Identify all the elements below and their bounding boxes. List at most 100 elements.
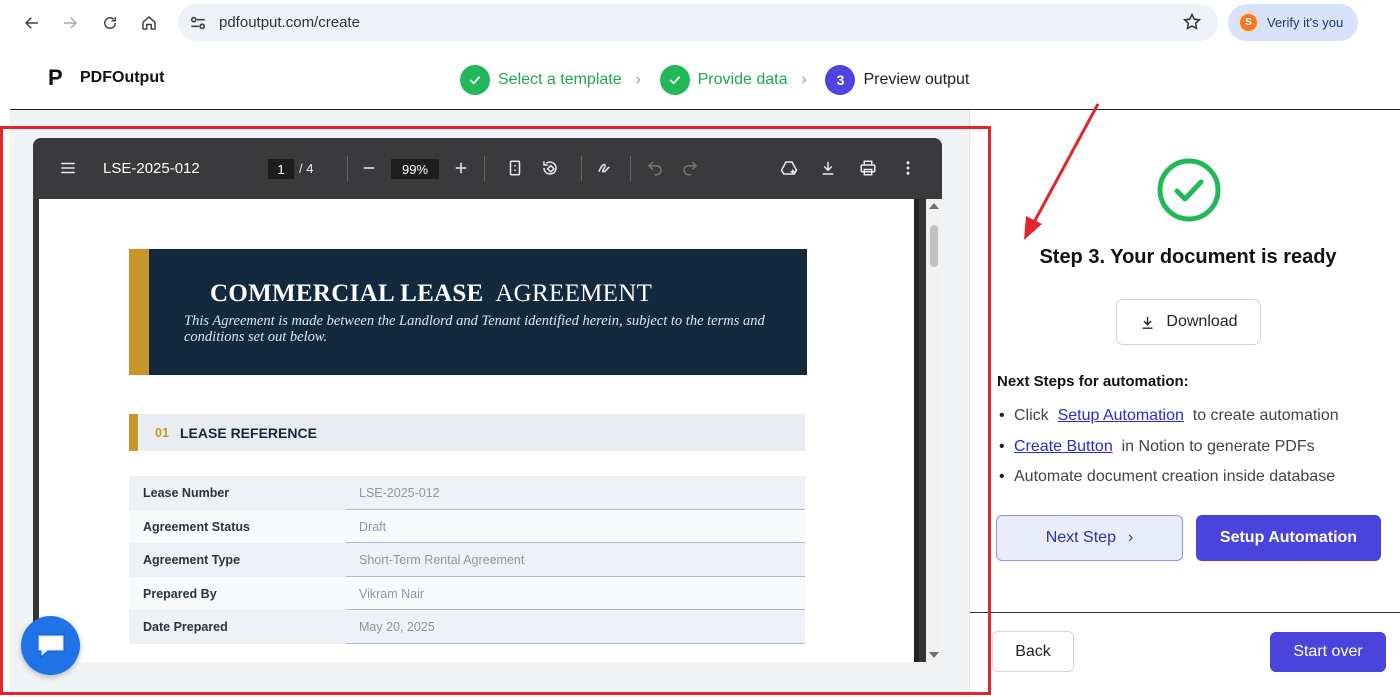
next-step-button[interactable]: Next Step › bbox=[996, 515, 1183, 561]
step-1-check-icon bbox=[460, 65, 490, 95]
next-steps-title: Next Steps for automation: bbox=[997, 373, 1189, 390]
chat-icon bbox=[37, 634, 64, 658]
logo-mark: P bbox=[48, 65, 63, 90]
redo-icon[interactable] bbox=[680, 158, 700, 178]
step-3-number: 3 bbox=[825, 65, 856, 95]
zoom-input[interactable]: 99% bbox=[391, 159, 439, 179]
item-text: Automate document creation inside databa… bbox=[1014, 468, 1336, 485]
page-total: / 4 bbox=[299, 161, 314, 176]
row-value: May 20, 2025 bbox=[346, 610, 805, 644]
document-title: COMMERCIAL LEASE AGREEMENT bbox=[210, 280, 652, 308]
item-text: to create automation bbox=[1192, 407, 1339, 424]
section-number: 01 bbox=[155, 426, 169, 440]
app-header: P PDFOutput Select a template › Provide … bbox=[10, 47, 1400, 110]
row-value: Vikram Nair bbox=[346, 576, 805, 611]
row-label: Lease Number bbox=[129, 476, 346, 510]
table-row: Lease Number LSE-2025-012 bbox=[129, 476, 805, 510]
download-icon[interactable] bbox=[818, 158, 838, 178]
chevron-right-icon: › bbox=[635, 71, 641, 88]
progress-stepper: Select a template › Provide data › 3 Pre… bbox=[460, 64, 969, 96]
print-icon[interactable] bbox=[858, 158, 878, 178]
table-row: Agreement Type Short-Term Rental Agreeme… bbox=[129, 543, 805, 577]
url-text[interactable]: pdfoutput.com/create bbox=[219, 14, 360, 31]
profile-verify-label: Verify it's you bbox=[1267, 15, 1344, 30]
lease-reference-table: Lease Number LSE-2025-012 Agreement Stat… bbox=[129, 476, 805, 644]
row-value: LSE-2025-012 bbox=[346, 476, 805, 510]
scroll-up-icon[interactable] bbox=[929, 203, 939, 209]
row-label: Date Prepared bbox=[129, 610, 346, 644]
pdf-viewer: LSE-2025-012 1 / 4 99% COMMERCIAL LEASE … bbox=[33, 138, 942, 662]
panel-divider bbox=[969, 110, 970, 697]
rotate-icon[interactable] bbox=[540, 158, 560, 178]
zoom-in-icon[interactable] bbox=[451, 158, 471, 178]
list-item: Automate document creation inside databa… bbox=[997, 466, 1339, 497]
section-title: LEASE REFERENCE bbox=[180, 425, 317, 441]
chevron-right-icon: › bbox=[1127, 529, 1134, 546]
save-to-drive-icon[interactable] bbox=[779, 158, 799, 178]
step-3-label: Preview output bbox=[863, 71, 970, 88]
pdf-document-title: LSE-2025-012 bbox=[103, 160, 200, 177]
start-over-button[interactable]: Start over bbox=[1270, 632, 1386, 672]
footer-divider bbox=[970, 612, 1400, 613]
toolbar-divider bbox=[630, 156, 631, 181]
item-text: Click bbox=[1014, 407, 1049, 424]
back-button[interactable]: Back bbox=[992, 631, 1074, 672]
item-text: in Notion to generate PDFs bbox=[1121, 437, 1315, 455]
row-label: Prepared By bbox=[129, 576, 346, 611]
step-1-label[interactable]: Select a template bbox=[498, 71, 622, 89]
pdf-scrollbar[interactable] bbox=[926, 199, 942, 662]
banner-accent bbox=[129, 249, 149, 375]
next-step-label: Next Step bbox=[1045, 529, 1116, 546]
success-check-icon bbox=[1157, 158, 1221, 222]
chat-support-button[interactable] bbox=[21, 616, 80, 675]
forward-arrow-icon[interactable] bbox=[56, 9, 84, 37]
table-row: Date Prepared May 20, 2025 bbox=[129, 610, 805, 644]
list-item: Create Button in Notion to generate PDFs bbox=[997, 436, 1339, 467]
toolbar-divider bbox=[347, 156, 348, 181]
logo[interactable]: P PDFOutput bbox=[48, 66, 164, 90]
list-item: Click Setup Automation to create automat… bbox=[997, 405, 1339, 436]
create-button-link[interactable]: Create Button bbox=[1014, 438, 1113, 455]
row-value: Draft bbox=[346, 509, 805, 544]
bookmark-star-icon[interactable] bbox=[1182, 12, 1202, 32]
document-subtitle: This Agreement is made between the Landl… bbox=[184, 313, 765, 345]
site-settings-icon[interactable] bbox=[188, 13, 208, 33]
table-row: Prepared By Vikram Nair bbox=[129, 576, 805, 611]
row-label: Agreement Type bbox=[129, 543, 346, 577]
draw-icon[interactable] bbox=[595, 158, 615, 178]
more-vertical-icon[interactable] bbox=[898, 158, 918, 178]
next-steps-list: Click Setup Automation to create automat… bbox=[997, 405, 1339, 497]
section-accent bbox=[129, 414, 138, 451]
zoom-out-icon[interactable] bbox=[359, 158, 379, 178]
document-title-bold: COMMERCIAL LEASE bbox=[210, 280, 484, 307]
annotation-arrow bbox=[1024, 103, 1100, 240]
download-button[interactable]: Download bbox=[1116, 299, 1261, 345]
step-2-label[interactable]: Provide data bbox=[698, 71, 788, 89]
back-arrow-icon[interactable] bbox=[18, 9, 46, 37]
undo-icon[interactable] bbox=[645, 158, 665, 178]
setup-automation-button[interactable]: Setup Automation bbox=[1196, 515, 1381, 561]
menu-icon[interactable] bbox=[58, 158, 78, 178]
toolbar-divider bbox=[484, 156, 485, 181]
section-header: 01 LEASE REFERENCE bbox=[129, 414, 805, 451]
fit-page-icon[interactable] bbox=[505, 158, 525, 178]
app-name: PDFOutput bbox=[80, 69, 165, 86]
page-number-input[interactable]: 1 bbox=[268, 159, 294, 179]
scroll-down-icon[interactable] bbox=[929, 652, 939, 658]
browser-toolbar: pdfoutput.com/create S Verify it's you bbox=[0, 0, 1400, 46]
home-icon[interactable] bbox=[135, 9, 163, 37]
download-label: Download bbox=[1166, 313, 1238, 330]
reload-icon[interactable] bbox=[96, 9, 124, 37]
document-title-banner: COMMERCIAL LEASE AGREEMENT This Agreemen… bbox=[129, 249, 807, 375]
step-2-check-icon bbox=[659, 65, 690, 95]
address-bar[interactable]: pdfoutput.com/create bbox=[178, 4, 1218, 41]
chevron-right-icon: › bbox=[801, 71, 807, 88]
pdf-toolbar: LSE-2025-012 1 / 4 99% bbox=[33, 138, 942, 199]
row-label: Agreement Status bbox=[129, 509, 346, 544]
table-row: Agreement Status Draft bbox=[129, 509, 805, 544]
scroll-thumb[interactable] bbox=[930, 225, 938, 267]
document-title-rest: AGREEMENT bbox=[495, 280, 653, 307]
setup-automation-link[interactable]: Setup Automation bbox=[1058, 407, 1184, 424]
profile-verify-button[interactable]: S Verify it's you bbox=[1228, 4, 1358, 41]
ready-title: Step 3. Your document is ready bbox=[1039, 246, 1337, 268]
